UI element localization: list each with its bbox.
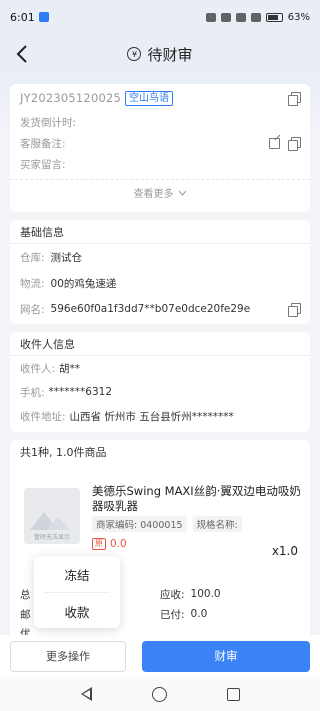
nick-label: 网名: (20, 303, 45, 316)
chevron-down-icon (178, 190, 186, 196)
more-actions-button[interactable]: 更多操作 (10, 640, 126, 672)
receiver-phone-label: 手机: (20, 386, 45, 399)
warehouse-row: 仓库: 测试仓 (10, 244, 310, 270)
shop-tag: 空山鸟语 (125, 90, 174, 106)
status-bar: 6:01 63% (0, 0, 320, 34)
merchant-code-tag: 商家编码: 0400015 (92, 516, 187, 532)
countdown-label: 发货倒计时: (20, 117, 77, 129)
copy-icon[interactable] (288, 137, 301, 151)
spec-name-tag: 规格名称: (192, 516, 242, 532)
receiver-address-value: 山西省 忻州市 五台县忻州******** (69, 410, 234, 423)
signal-icon (250, 12, 261, 22)
goods-image-placeholder[interactable]: 暂时无法显示 (24, 488, 80, 544)
warehouse-value: 测试仓 (50, 251, 83, 264)
logistics-label: 物流: (20, 277, 45, 290)
logistics-row: 物流: 00的鸡兔速递 (10, 270, 310, 296)
battery-icon (265, 12, 283, 22)
status-indicators: 63% (205, 11, 310, 23)
goods-price: 0.0 (110, 538, 127, 550)
receivable-label: 应收: (160, 588, 185, 601)
alarm-icon (205, 12, 216, 22)
receiver-info-title: 收件人信息 (10, 332, 310, 356)
goods-summary: 共1种, 1.0件商品 (20, 446, 107, 459)
nick-value: 596e60f0a1f3dd7**b07e0dce20fe29e (50, 303, 251, 315)
edit-icon[interactable] (269, 138, 280, 149)
page-header: ¥ 待财审 (0, 34, 320, 74)
receive-payment-menu-item[interactable]: 收款 (34, 593, 120, 629)
totals-label-3: 优 (20, 627, 31, 636)
goods-price-row: 原 0.0 (92, 538, 127, 550)
freeze-menu-item[interactable]: 冻结 (34, 556, 120, 592)
goods-quantity: x1.0 (271, 544, 298, 558)
cs-remark-row: 客服备注: (10, 133, 310, 154)
image-placeholder-caption: 暂时无法显示 (33, 534, 70, 541)
receiver-address-row: 收件地址: 山西省 忻州市 五台县忻州******** (10, 404, 310, 428)
price-mark: 原 (92, 538, 106, 550)
receiver-name-row: 收件人: 胡** (10, 356, 310, 380)
order-no-row: JY202305120025 空山鸟语 (10, 84, 310, 112)
battery-level: 63% (287, 11, 310, 23)
finance-audit-icon: ¥ (127, 47, 142, 61)
system-navigation-bar (0, 677, 320, 711)
paid-label: 已付: (160, 608, 185, 621)
copy-icon[interactable] (288, 302, 301, 317)
basic-info-title: 基础信息 (10, 220, 310, 244)
page-title: 待财审 (147, 45, 193, 64)
back-button[interactable] (8, 40, 36, 68)
buyer-message-label: 买家留言: (20, 159, 66, 171)
order-card: JY202305120025 空山鸟语 发货倒计时: 客服备注: 买家留言: 查… (10, 84, 310, 212)
paid-value: 0.0 (190, 608, 208, 620)
goods-name: 美德乐Swing MAXI丝韵·翼双边电动吸奶器吸乳器 (92, 484, 301, 513)
goods-tags: 商家编码: 0400015 规格名称: (92, 516, 242, 532)
cs-remark-label: 客服备注: (20, 138, 66, 150)
wifi-icon (235, 12, 246, 22)
nav-back-icon[interactable] (80, 687, 92, 701)
finance-audit-button[interactable]: 财审 (142, 640, 310, 672)
basic-info-card: 基础信息 仓库: 测试仓 物流: 00的鸡兔速递 网名: 596e60f0a1f… (10, 220, 310, 324)
order-detail-content[interactable]: JY202305120025 空山鸟语 发货倒计时: 客服备注: 买家留言: 查… (0, 74, 320, 635)
receiver-info-card: 收件人信息 收件人: 胡** 手机: *******6312 收件地址: 山西省… (10, 332, 310, 432)
see-more-label: 查看更多 (133, 189, 174, 200)
bottom-action-bar: 更多操作 财审 (0, 635, 320, 677)
nav-home-icon[interactable] (152, 686, 167, 702)
nick-row: 网名: 596e60f0a1f3dd7**b07e0dce20fe29e (10, 296, 310, 322)
warehouse-label: 仓库: (20, 251, 45, 264)
buyer-message-row: 买家留言: (10, 154, 310, 175)
app-notification-icon (38, 12, 49, 22)
nav-recent-apps-icon[interactable] (227, 687, 240, 701)
mute-icon (220, 12, 231, 22)
order-number: JY202305120025 (20, 91, 122, 105)
receiver-name-label: 收件人: (20, 362, 56, 375)
image-placeholder-icon-shape (46, 517, 70, 530)
see-more-button[interactable]: 查看更多 (10, 179, 310, 205)
receiver-name-value: 胡** (59, 362, 81, 375)
countdown-row: 发货倒计时: (10, 112, 310, 133)
page-title-group: ¥ 待财审 (127, 44, 193, 65)
receiver-address-label: 收件地址: (20, 410, 66, 423)
status-time: 6:01 (10, 10, 35, 24)
receiver-phone-row: 手机: *******6312 (10, 380, 310, 404)
logistics-value: 00的鸡兔速递 (50, 277, 117, 290)
chevron-left-icon (16, 45, 27, 63)
receiver-phone-value: *******6312 (48, 386, 113, 398)
more-actions-popup: 冻结 收款 (34, 556, 120, 628)
receivable-value: 100.0 (190, 588, 221, 600)
copy-icon[interactable] (288, 91, 301, 106)
